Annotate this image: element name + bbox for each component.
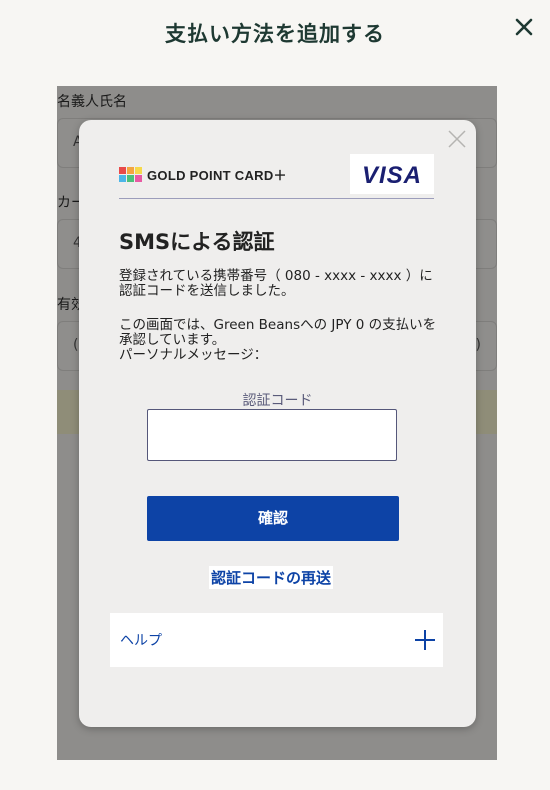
confirm-button[interactable]: 確認 [147,496,399,541]
card-logo-text: GOLD POINT CARD＋ [147,167,287,183]
help-label: ヘルプ [120,633,162,649]
sms-auth-dialog: GOLD POINT CARD＋ VISA SMSによる認証 登録されている携帯… [79,120,476,727]
expiry-field-text: ( [73,337,79,353]
gold-point-card-logo-icon [119,166,142,182]
logo-block [119,166,126,174]
resend-code-link[interactable]: 認証コードの再送 [209,566,334,589]
approval-message: この画面では、Green Beansへの JPY 0 の支払いを承認しています。 [119,317,437,348]
brand-row: GOLD POINT CARD＋ VISA [119,154,434,199]
close-icon[interactable] [506,10,540,44]
help-accordion[interactable]: ヘルプ [110,613,443,667]
code-input-label: 認証コード [242,393,313,409]
logo-block [119,174,126,182]
gold-point-card-logo: GOLD POINT CARD＋ [119,166,287,183]
dialog-title: SMSによる認証 [119,230,275,254]
logo-block [127,174,134,182]
plus-icon[interactable] [413,628,437,652]
visa-logo: VISA [350,154,434,194]
logo-block [127,166,134,174]
personal-message-label: パーソナルメッセージ： [119,347,268,363]
cardholder-label: 名義人氏名 [57,94,127,110]
logo-block [135,174,142,182]
verification-code-input[interactable] [147,409,397,461]
sent-message: 登録されている携帯番号（ 080 - xxxx - xxxx ）に認証コードを送… [119,268,433,299]
logo-block [135,166,142,174]
header-bar: 支払い方法を追加する [0,0,550,64]
page-title: 支払い方法を追加する [165,22,385,46]
dialog-close-icon[interactable] [446,128,468,150]
expiry-field-suffix: ) [475,337,481,353]
visa-logo-text: VISA [361,162,422,189]
